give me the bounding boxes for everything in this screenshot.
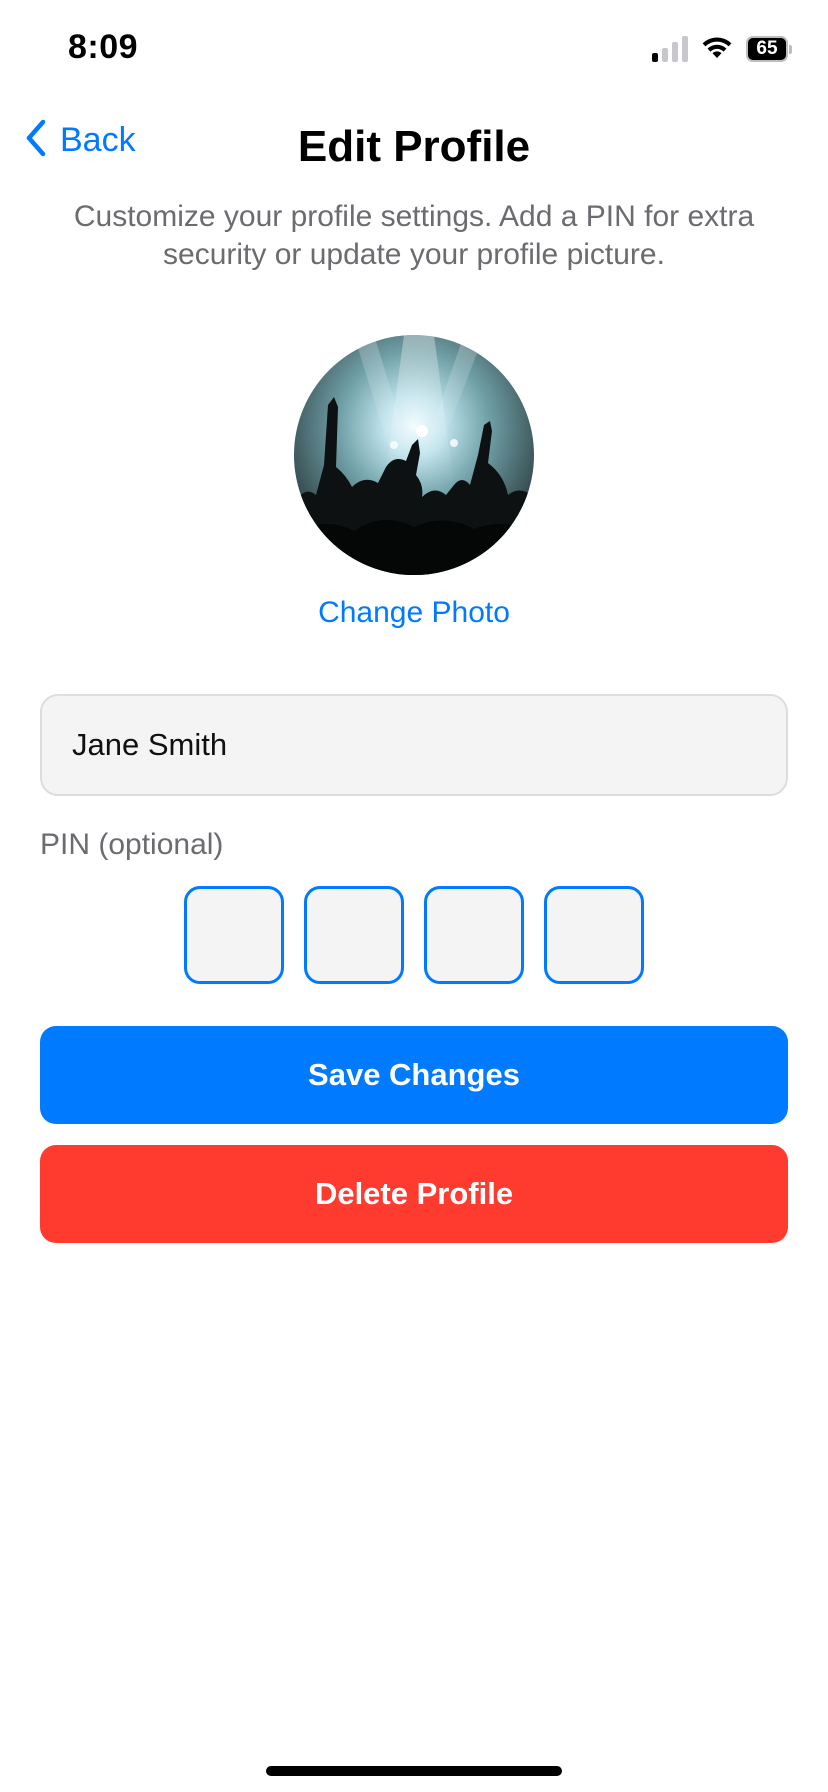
change-photo-button[interactable]: Change Photo [0,596,828,630]
page-title: Edit Profile [297,122,531,171]
wifi-icon [700,34,734,65]
profile-photo[interactable] [294,335,534,575]
status-indicators: 65 [652,34,792,64]
status-time: 8:09 [68,28,139,66]
name-input[interactable]: Jane Smith [40,694,788,796]
home-indicator[interactable] [266,1766,562,1776]
battery-icon: 65 [746,36,792,62]
status-bar: 8:09 65 [0,0,828,100]
save-changes-button[interactable]: Save Changes [40,1026,788,1124]
pin-digit-4[interactable] [544,886,644,984]
pin-input-group [184,886,644,984]
concert-crowd-photo [294,335,534,575]
pin-label: PIN (optional) [40,828,224,861]
page-subtitle: Customize your profile settings. Add a P… [73,200,755,271]
cellular-signal-icon [652,36,688,62]
pin-digit-2[interactable] [304,886,404,984]
pin-digit-1[interactable] [184,886,284,984]
battery-level: 65 [746,36,788,62]
delete-profile-button[interactable]: Delete Profile [40,1145,788,1243]
pin-digit-3[interactable] [424,886,524,984]
